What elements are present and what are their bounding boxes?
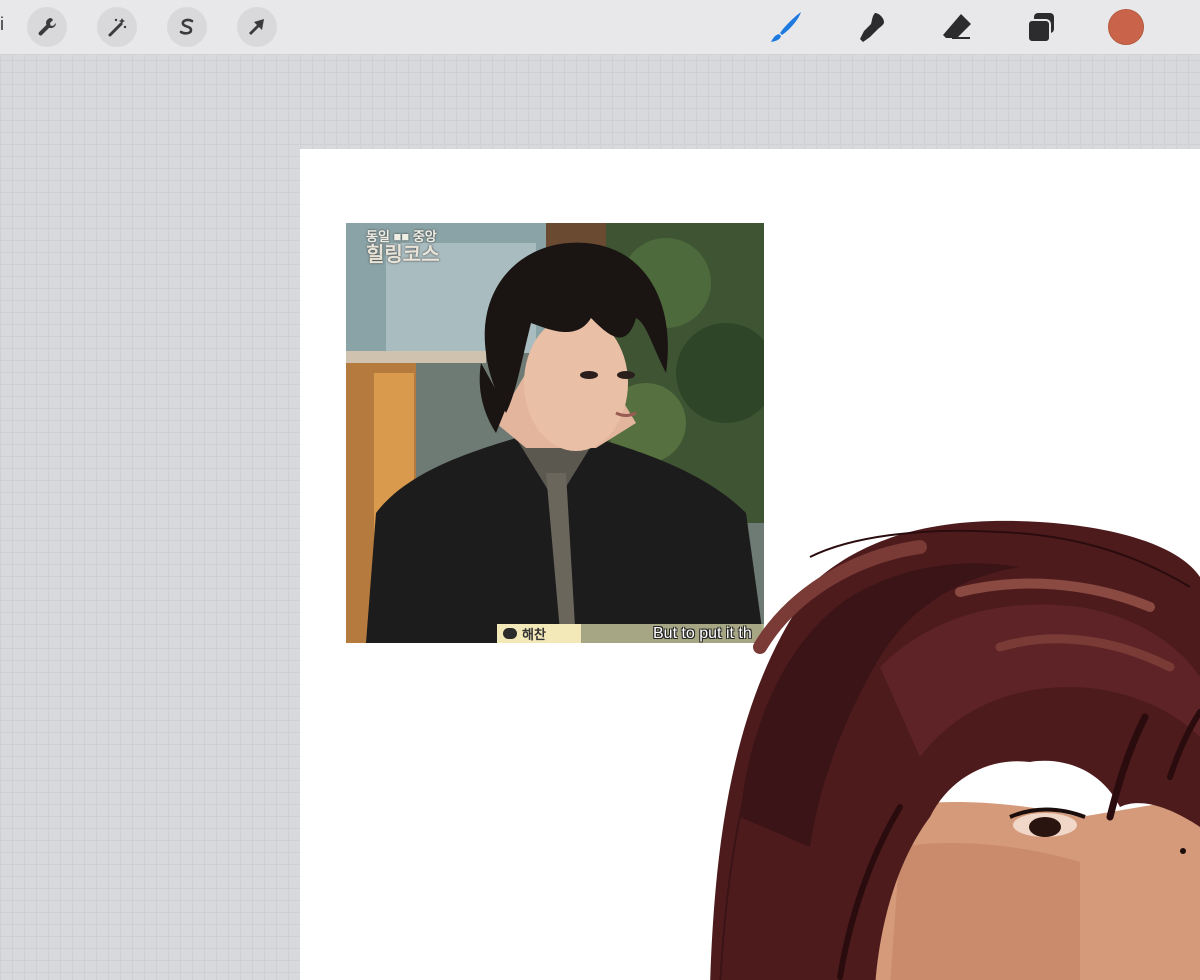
brush-icon	[771, 12, 801, 42]
selection-s-icon	[179, 18, 194, 35]
actions-button[interactable]	[27, 7, 67, 47]
hair-painting-layer[interactable]	[700, 517, 1200, 980]
speaker-tag: 해찬	[497, 624, 581, 643]
brush-tool-button[interactable]	[767, 8, 805, 46]
layers-icon	[1027, 13, 1054, 43]
top-toolbar: i	[0, 0, 1200, 55]
magic-wand-icon	[108, 18, 127, 37]
bear-icon	[503, 628, 517, 639]
layers-button[interactable]	[1022, 8, 1060, 46]
eraser-tool-button[interactable]	[938, 8, 976, 46]
color-picker-button[interactable]	[1108, 9, 1144, 45]
drawing-canvas[interactable]: 동일 ■■ 중앙 힐링코스 해찬 But to put it th	[300, 149, 1200, 980]
transform-button[interactable]	[237, 7, 277, 47]
smudge-tool-button[interactable]	[853, 8, 891, 46]
wrench-icon	[38, 18, 57, 36]
show-title-main: 힐링코스	[366, 244, 440, 266]
smudge-icon	[860, 13, 884, 42]
selection-button[interactable]	[167, 7, 207, 47]
show-title-overlay: 동일 ■■ 중앙 힐링코스	[366, 229, 440, 266]
show-title-top: 동일 ■■ 중앙	[366, 229, 437, 244]
arrow-cursor-icon	[249, 19, 264, 35]
eraser-icon	[943, 14, 971, 39]
adjustments-button[interactable]	[97, 7, 137, 47]
gallery-button[interactable]: i	[0, 14, 4, 35]
speaker-name: 해찬	[522, 627, 546, 642]
